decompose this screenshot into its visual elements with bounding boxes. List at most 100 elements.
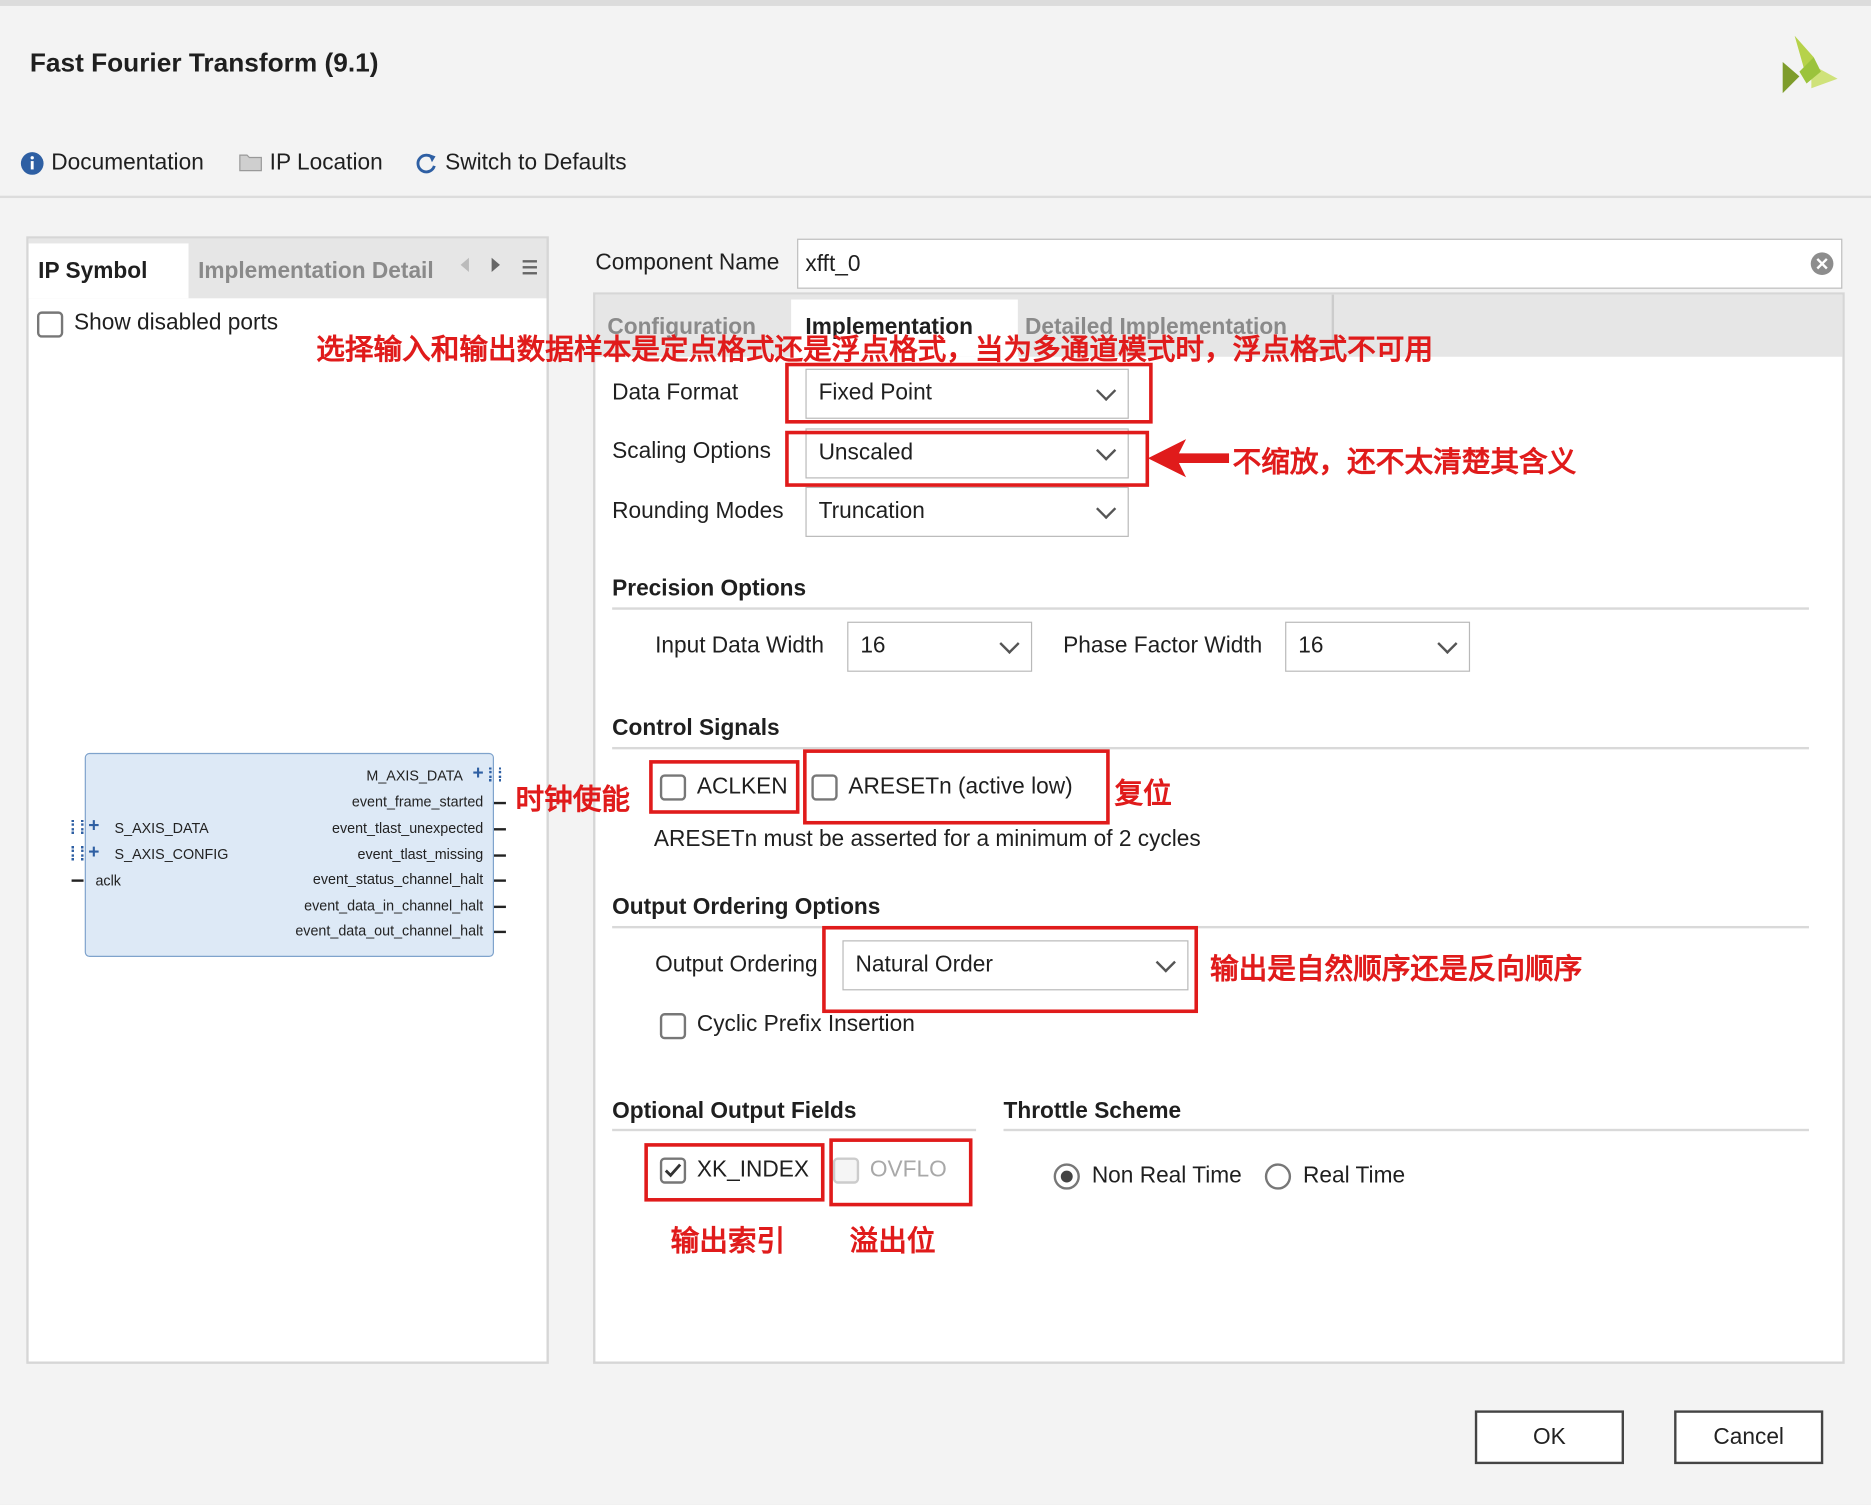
real-time-label: Real Time: [1303, 1163, 1406, 1189]
menu-icon[interactable]: [522, 260, 537, 275]
annotation-box-xk-index: [644, 1143, 825, 1202]
refresh-icon: [414, 152, 438, 176]
port-line: [494, 879, 506, 882]
annotation-box-ordering: [822, 925, 1199, 1014]
documentation-label: Documentation: [51, 150, 204, 176]
port-line: [494, 854, 506, 857]
divider: [612, 1128, 977, 1132]
port-aclk: aclk: [95, 872, 121, 889]
rounding-modes-label: Rounding Modes: [612, 498, 784, 524]
show-disabled-ports-label: Show disabled ports: [73, 310, 279, 336]
annotation-box-aclken: [649, 760, 800, 814]
input-data-width-value: 16: [860, 633, 886, 659]
chevron-left-icon[interactable]: [460, 257, 469, 273]
toolbar: Documentation IP Location Switch to Defa…: [0, 134, 1871, 199]
divider: [612, 746, 1809, 750]
port-s-axis-config: S_AXIS_CONFIG: [114, 846, 229, 863]
divider: [612, 925, 1809, 929]
chevron-right-icon[interactable]: [491, 257, 500, 273]
xilinx-logo-icon: [1778, 35, 1838, 96]
annotation-reset: 复位: [1114, 776, 1172, 811]
non-real-time-label: Non Real Time: [1091, 1163, 1242, 1189]
port-line: [71, 879, 84, 882]
component-name-label: Component Name: [595, 250, 780, 276]
arrow-icon: [1147, 436, 1232, 481]
port-s-axis-data: S_AXIS_DATA: [114, 819, 209, 837]
switch-to-defaults-label: Switch to Defaults: [445, 150, 627, 176]
annotation-overflow-bit: 溢出位: [849, 1224, 936, 1258]
clear-icon[interactable]: [1810, 252, 1834, 276]
bus-interface-icon: [489, 767, 502, 782]
control-signals-title: Control Signals: [612, 715, 780, 742]
scaling-options-label: Scaling Options: [612, 439, 771, 465]
port-event-status-channel-halt: event_status_channel_halt: [312, 871, 484, 888]
throttle-scheme-title: Throttle Scheme: [1003, 1098, 1182, 1125]
optional-output-fields-title: Optional Output Fields: [612, 1098, 857, 1125]
output-ordering-label: Output Ordering: [655, 952, 818, 978]
phase-factor-width-select[interactable]: 16: [1285, 621, 1471, 672]
port-event-data-out-channel-halt: event_data_out_channel_halt: [295, 922, 484, 940]
window-title: Fast Fourier Transform (9.1): [29, 47, 379, 78]
chevron-down-icon: [999, 633, 1020, 654]
plus-icon[interactable]: +: [473, 764, 484, 783]
plus-icon[interactable]: +: [88, 817, 99, 836]
data-format-label: Data Format: [612, 380, 739, 406]
real-time-radio[interactable]: [1264, 1163, 1292, 1190]
cancel-button[interactable]: Cancel: [1674, 1410, 1824, 1465]
documentation-button[interactable]: Documentation: [20, 150, 204, 176]
port-line: [494, 905, 506, 909]
non-real-time-radio[interactable]: [1053, 1163, 1080, 1190]
divider: [612, 607, 1809, 610]
aresetn-note: ARESETn must be asserted for a minimum o…: [653, 826, 1201, 852]
ok-label: OK: [1533, 1424, 1566, 1450]
annotation-output-index: 输出索引: [670, 1224, 786, 1258]
phase-factor-width-label: Phase Factor Width: [1063, 633, 1263, 659]
tab-implementation-detail-label: Implementation Detail: [198, 258, 434, 284]
bus-interface-icon: [71, 819, 84, 835]
info-icon: [20, 152, 44, 176]
precision-options-title: Precision Options: [612, 576, 807, 602]
annotation-scaling: 不缩放，还不太清楚其含义: [1232, 445, 1577, 479]
port-event-tlast-unexpected: event_tlast_unexpected: [332, 819, 484, 837]
bus-interface-icon: [71, 846, 84, 861]
component-name-input[interactable]: xfft_0: [797, 238, 1843, 289]
cyclic-prefix-checkbox[interactable]: [659, 1013, 687, 1040]
tab-ip-symbol[interactable]: IP Symbol: [28, 243, 189, 299]
port-event-tlast-missing: event_tlast_missing: [357, 846, 484, 863]
annotation-box-scaling: [785, 430, 1150, 487]
divider: [1003, 1128, 1809, 1132]
annotation-box-ovflo: [829, 1138, 973, 1207]
output-ordering-title: Output Ordering Options: [612, 894, 881, 920]
cancel-label: Cancel: [1713, 1424, 1784, 1450]
port-line: [494, 828, 506, 831]
ip-location-label: IP Location: [269, 150, 383, 176]
port-m-axis-data: M_AXIS_DATA: [366, 767, 463, 784]
tab-implementation-detail[interactable]: Implementation Detail: [189, 243, 452, 298]
tab-ip-symbol-label: IP Symbol: [38, 258, 148, 284]
plus-icon[interactable]: +: [88, 843, 99, 862]
component-name-value: xfft_0: [805, 251, 861, 277]
folder-icon: [239, 152, 263, 176]
annotation-box-aresetn: [803, 749, 1110, 825]
input-data-width-select[interactable]: 16: [847, 621, 1033, 672]
port-line: [494, 801, 506, 805]
annotation-clock-enable: 时钟使能: [515, 782, 631, 817]
annotation-data-format: 选择输入和输出数据样本是定点格式还是浮点格式，当为多通道模式时，浮点格式不可用: [316, 332, 1434, 367]
chevron-down-icon: [1096, 498, 1117, 520]
ip-location-button[interactable]: IP Location: [239, 150, 383, 176]
phase-factor-width-value: 16: [1298, 633, 1324, 659]
annotation-box-data-format: [785, 362, 1153, 424]
chevron-down-icon: [1437, 633, 1458, 654]
rounding-modes-select[interactable]: Truncation: [805, 486, 1129, 537]
input-data-width-label: Input Data Width: [655, 633, 824, 659]
switch-to-defaults-button[interactable]: Switch to Defaults: [414, 150, 627, 176]
show-disabled-ports-checkbox[interactable]: [36, 311, 64, 338]
port-event-data-in-channel-halt: event_data_in_channel_halt: [304, 897, 484, 915]
annotation-ordering: 输出是自然顺序还是反向顺序: [1209, 952, 1583, 986]
ok-button[interactable]: OK: [1474, 1410, 1624, 1465]
left-panel: IP Symbol Implementation Detail Show dis…: [26, 236, 549, 1364]
port-line: [494, 930, 506, 934]
port-event-frame-started: event_frame_started: [351, 793, 484, 811]
cyclic-prefix-label: Cyclic Prefix Insertion: [696, 1011, 915, 1037]
rounding-modes-value: Truncation: [818, 498, 925, 524]
